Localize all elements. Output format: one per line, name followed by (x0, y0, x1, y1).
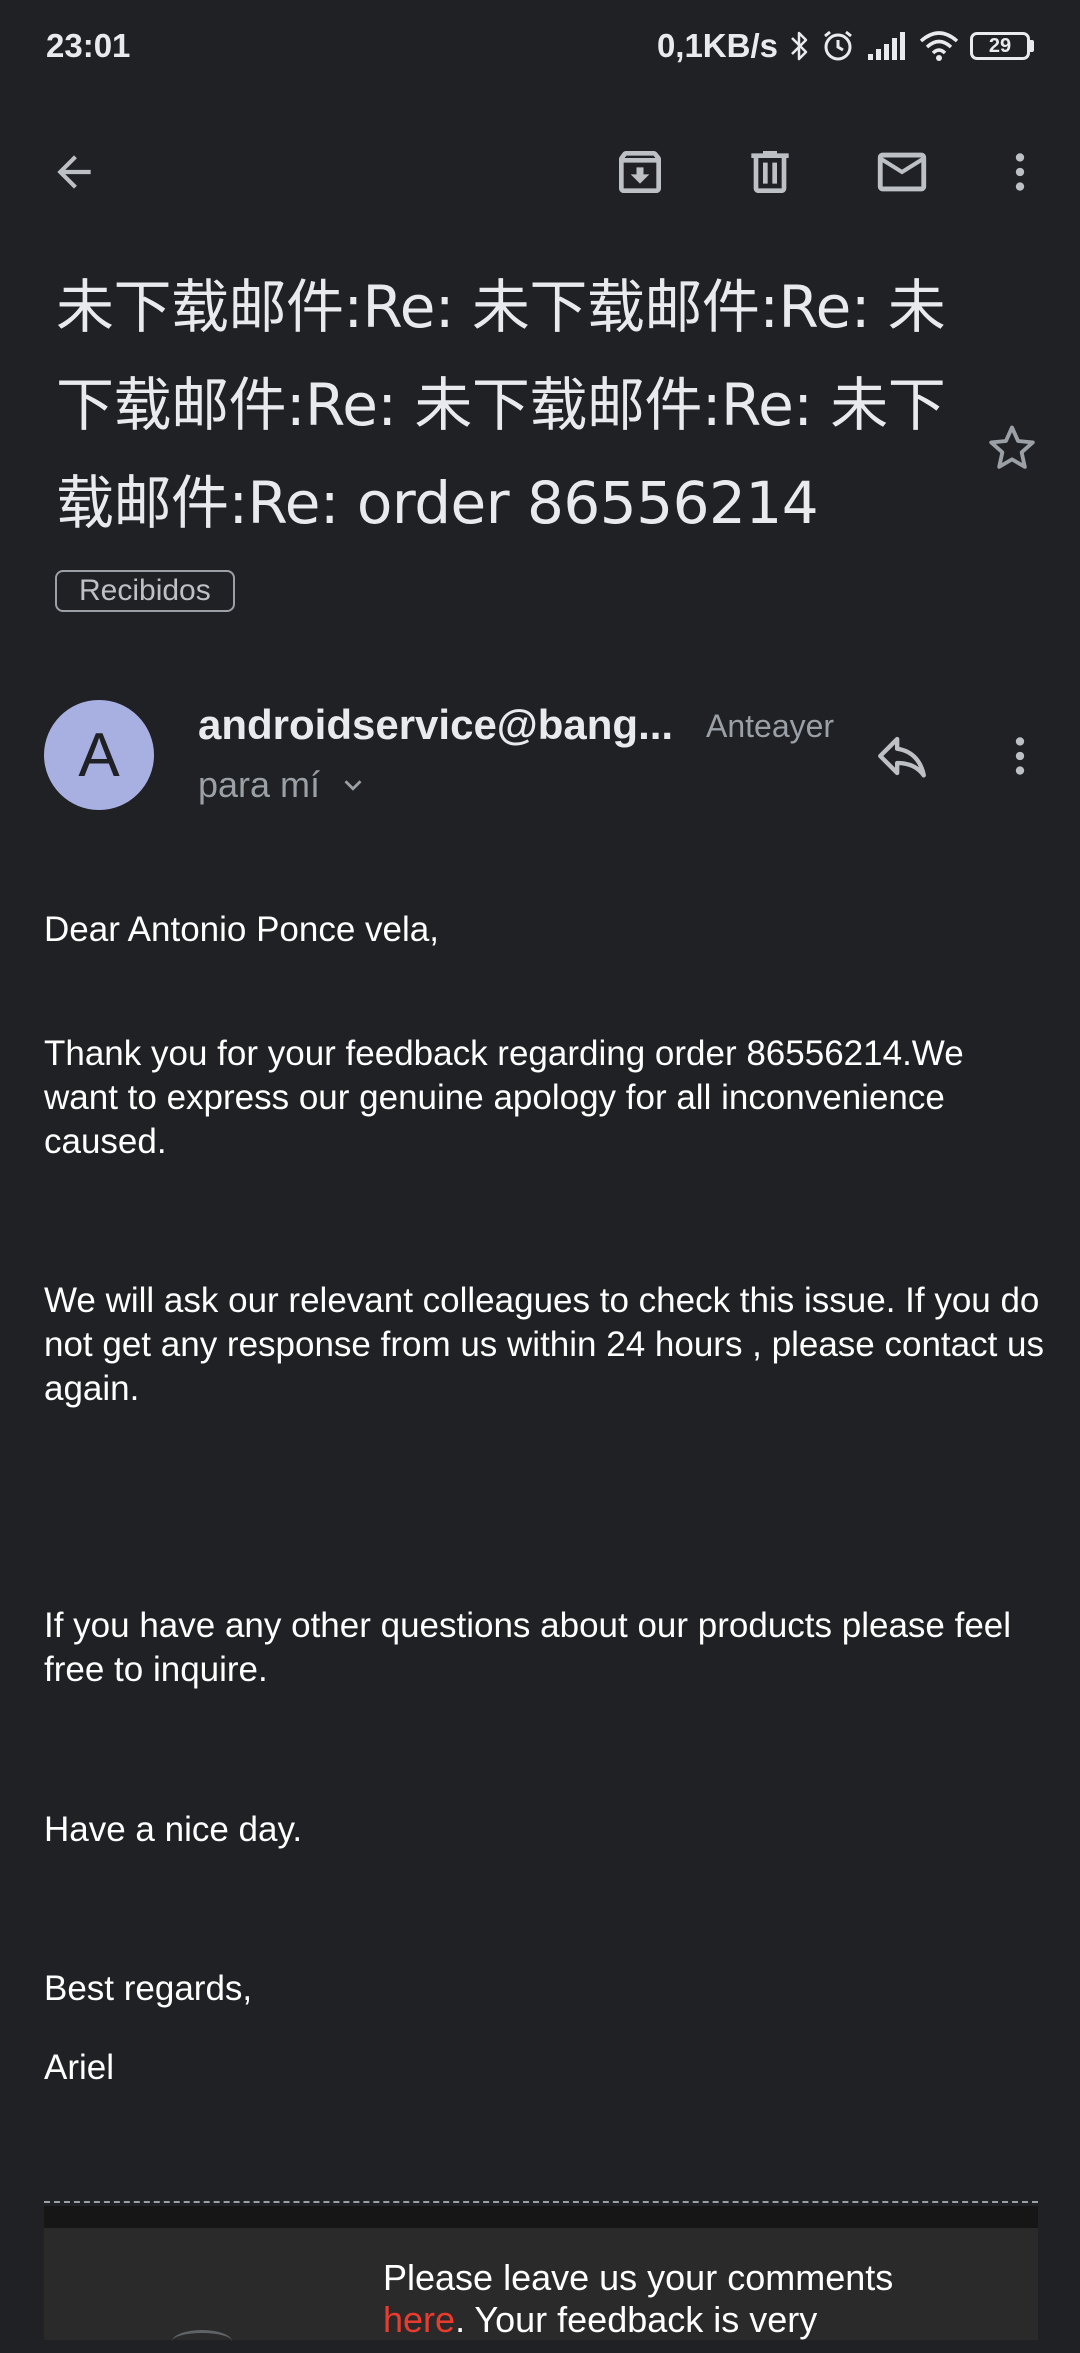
email-subject: 未下载邮件:Re: 未下载邮件:Re: 未下载邮件:Re: 未下载邮件:Re: … (56, 273, 946, 537)
message-more-button[interactable] (984, 720, 1056, 792)
back-arrow-icon (57, 155, 91, 189)
star-button[interactable] (976, 412, 1048, 484)
reply-icon (878, 736, 926, 778)
delete-icon (751, 151, 789, 193)
body-signature: Ariel (44, 2048, 115, 2087)
feedback-text: Please leave us your comments here. Your… (383, 2257, 1003, 2341)
battery-icon: 29 (970, 32, 1034, 60)
feedback-link[interactable]: here (383, 2299, 455, 2340)
wifi-icon (918, 29, 960, 63)
status-time: 23:01 (46, 27, 131, 64)
reply-button[interactable] (866, 720, 938, 792)
status-icons: 0,1KB/s 29 (657, 27, 1034, 65)
alarm-icon (820, 28, 856, 64)
more-vert-icon (1015, 153, 1025, 191)
feedback-image-icon (172, 2330, 232, 2353)
chevron-down-icon (344, 780, 362, 791)
mail-icon (877, 152, 927, 192)
toolbar (0, 120, 1080, 224)
sender-row: A androidservice@bang... Anteayer para m… (0, 700, 1080, 812)
body-paragraph-1: Thank you for your feedback regarding or… (44, 1034, 964, 1161)
archive-icon (619, 151, 661, 193)
battery-level: 29 (970, 32, 1030, 60)
archive-button[interactable] (588, 120, 692, 224)
net-speed: 0,1KB/s (656, 27, 778, 64)
body-closing: Best regards, (44, 1969, 253, 2008)
bluetooth-icon (788, 29, 810, 63)
star-icon (989, 425, 1035, 469)
divider (44, 2201, 1038, 2203)
email-date: Anteayer (706, 708, 835, 744)
status-bar: 23:01 0,1KB/s 29 (0, 0, 1080, 92)
back-button[interactable] (22, 120, 126, 224)
more-vert-icon (1015, 737, 1025, 775)
delete-button[interactable] (718, 120, 822, 224)
body-paragraph-2: We will ask our relevant colleagues to c… (44, 1281, 1045, 1408)
body-paragraph-4: Have a nice day. (44, 1810, 303, 1849)
sender-name[interactable]: androidservice@bang... (198, 700, 673, 750)
recipient-toggle[interactable]: para mí (198, 764, 368, 806)
label-chip-inbox[interactable]: Recibidos (55, 570, 235, 612)
feedback-text-before: Please leave us your comments (383, 2257, 894, 2298)
body-greeting: Dear Antonio Ponce vela, (44, 910, 439, 949)
more-options-button[interactable] (968, 120, 1072, 224)
feedback-text-after: . Your feedback is very (455, 2299, 818, 2340)
avatar[interactable]: A (44, 700, 154, 810)
recipient-label: para mí (198, 764, 321, 805)
body-paragraph-3: If you have any other questions about ou… (44, 1606, 1012, 1689)
mark-unread-button[interactable] (850, 120, 954, 224)
signal-icon (866, 30, 908, 62)
